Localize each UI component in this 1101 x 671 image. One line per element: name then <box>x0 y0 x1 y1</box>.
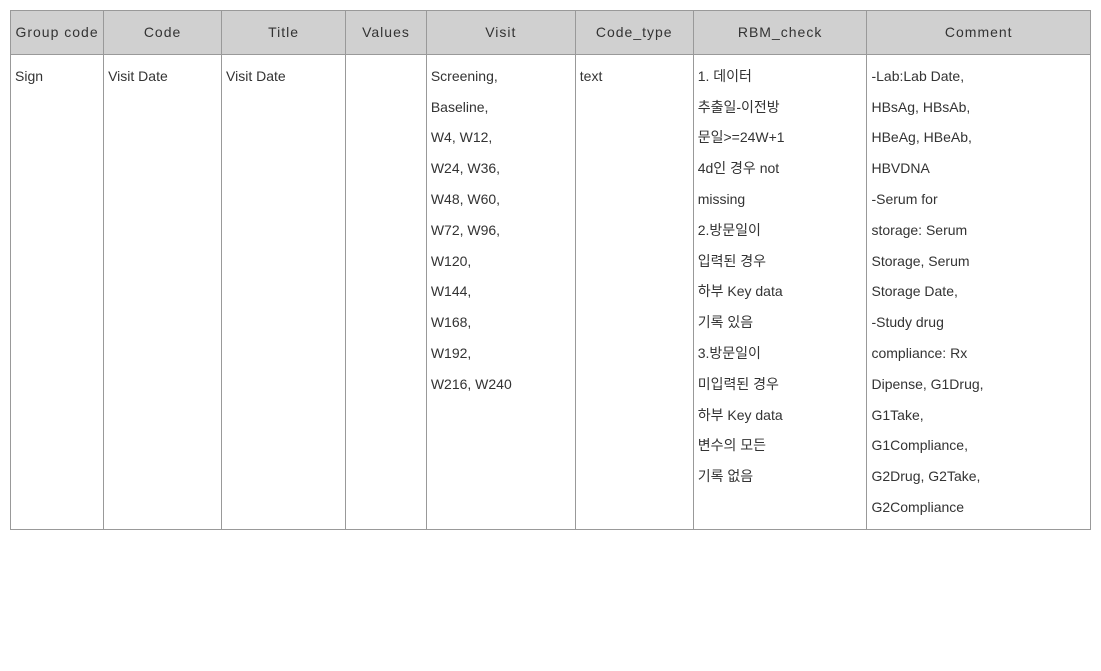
header-code: Code <box>104 11 222 55</box>
cell-comment: -Lab:Lab Date, HBsAg, HBsAb, HBeAg, HBeA… <box>867 54 1091 529</box>
header-comment: Comment <box>867 11 1091 55</box>
header-visit: Visit <box>426 11 575 55</box>
table-row: Sign Visit Date Visit Date Screening, Ba… <box>11 54 1091 529</box>
cell-title: Visit Date <box>222 54 346 529</box>
cell-group-code: Sign <box>11 54 104 529</box>
header-rbm-check: RBM_check <box>693 11 867 55</box>
table-header-row: Group code Code Title Values Visit Code_… <box>11 11 1091 55</box>
data-table: Group code Code Title Values Visit Code_… <box>10 10 1091 530</box>
cell-visit: Screening, Baseline, W4, W12, W24, W36, … <box>426 54 575 529</box>
cell-rbm-check: 1. 데이터 추출일-이전방 문일>=24W+1 4d인 경우 not miss… <box>693 54 867 529</box>
cell-values <box>346 54 427 529</box>
cell-code-type: text <box>575 54 693 529</box>
header-title: Title <box>222 11 346 55</box>
header-values: Values <box>346 11 427 55</box>
header-code-type: Code_type <box>575 11 693 55</box>
cell-code: Visit Date <box>104 54 222 529</box>
header-group-code: Group code <box>11 11 104 55</box>
